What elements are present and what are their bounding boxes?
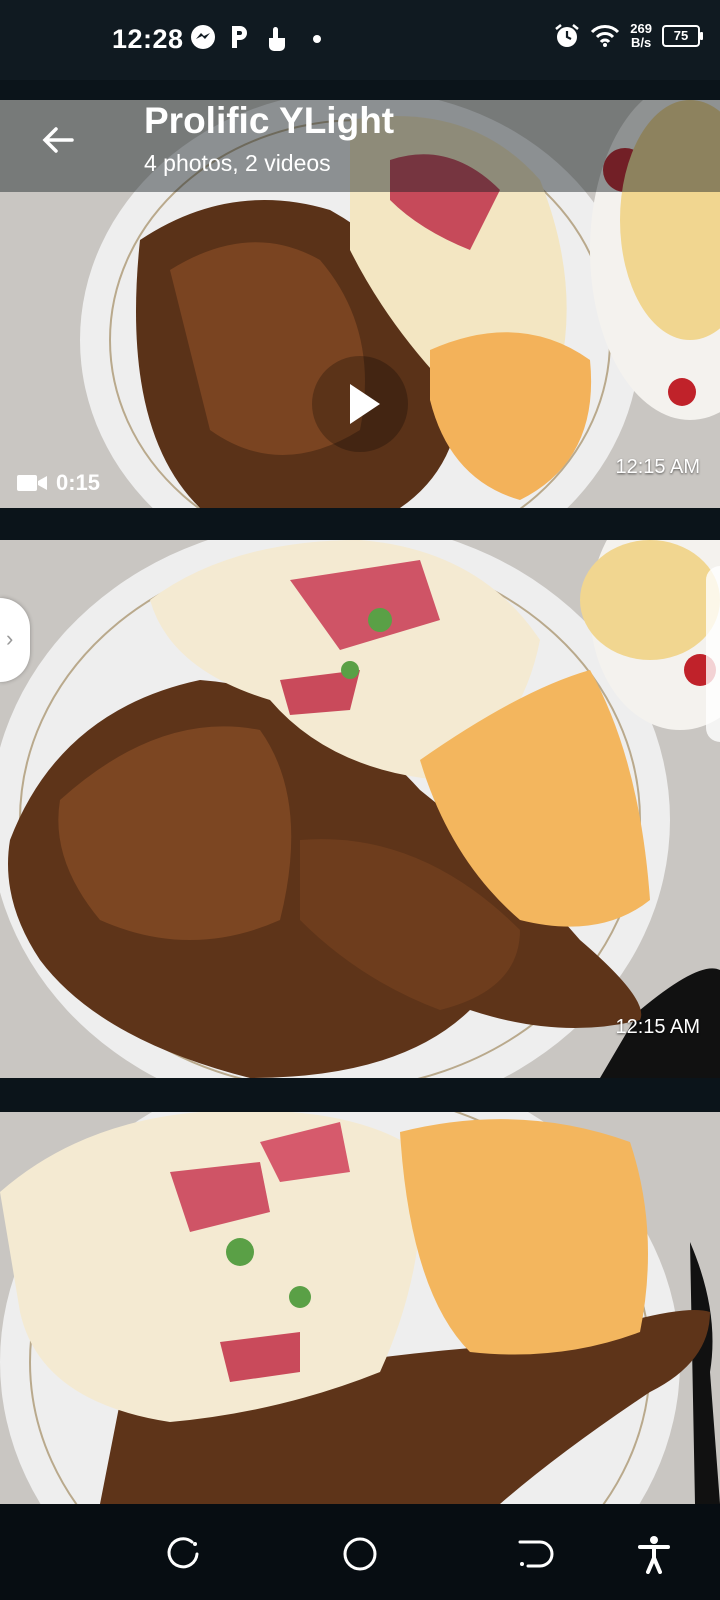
network-speed-unit: B/s xyxy=(631,35,652,50)
home-icon[interactable] xyxy=(340,1534,380,1574)
food-photo xyxy=(0,1112,720,1504)
food-photo xyxy=(0,540,720,1078)
video-duration-label: 0:15 xyxy=(56,470,101,495)
status-time: 12:28 xyxy=(112,24,184,54)
media-time: 12:15 AM xyxy=(615,456,700,478)
messenger-icon xyxy=(191,25,215,49)
navigation-bar xyxy=(0,1504,720,1600)
media-tile-photo[interactable]: 12:15 AM › xyxy=(0,540,720,1078)
network-speed-value: 269 xyxy=(630,21,652,36)
play-button[interactable] xyxy=(312,356,408,452)
page-subtitle: 4 photos, 2 videos xyxy=(144,150,331,176)
alarm-icon xyxy=(555,24,580,47)
network-speed: 269 B/s xyxy=(630,22,652,50)
play-icon xyxy=(350,384,380,424)
recents-icon[interactable] xyxy=(164,1534,204,1574)
wifi-icon xyxy=(591,25,620,47)
page-title: Prolific YLight xyxy=(144,100,395,141)
back-arrow-icon[interactable] xyxy=(38,120,78,160)
back-icon[interactable] xyxy=(514,1534,554,1574)
status-bar: 12:28 269 B/s 75 xyxy=(0,0,720,80)
status-right: 269 B/s 75 xyxy=(554,22,703,50)
media-tile-photo[interactable] xyxy=(0,1112,720,1504)
video-camera-icon xyxy=(17,475,47,491)
dot-icon xyxy=(313,35,321,43)
touch-icon xyxy=(269,27,285,51)
accessibility-icon[interactable] xyxy=(634,1534,674,1574)
battery-icon: 75 xyxy=(662,25,703,47)
media-time: 12:15 AM xyxy=(615,1016,700,1038)
chevron-right-icon: › xyxy=(6,626,14,651)
header-bar: Prolific YLight 4 photos, 2 videos xyxy=(0,100,720,192)
p-icon xyxy=(232,26,247,48)
edge-panel-handle[interactable] xyxy=(706,566,720,742)
video-duration: 0:15 xyxy=(16,470,100,496)
